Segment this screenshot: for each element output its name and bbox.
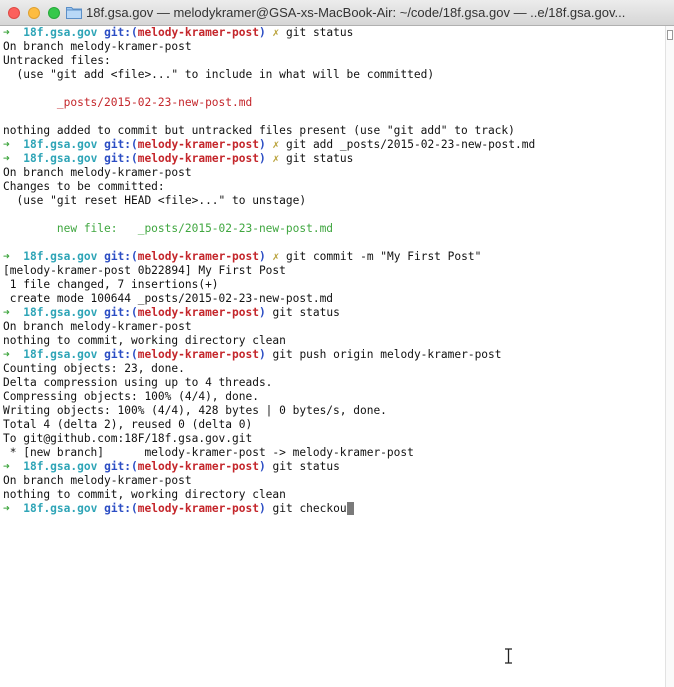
scrollbar-thumb[interactable] (667, 30, 673, 40)
window-title: 18f.gsa.gov — melodykramer@GSA-xs-MacBoo… (86, 5, 626, 20)
command-text: git status (265, 306, 340, 319)
prompt-line: ➜ 18f.gsa.gov git:(melody-kramer-post) ✗… (3, 250, 482, 263)
output-line: nothing added to commit but untracked fi… (3, 124, 515, 137)
window-title-area: 18f.gsa.gov — melodykramer@GSA-xs-MacBoo… (66, 5, 666, 21)
prompt-line: ➜ 18f.gsa.gov git:(melody-kramer-post) g… (3, 306, 340, 319)
output-line: To git@github.com:18F/18f.gsa.gov.git (3, 432, 253, 445)
output-line: 1 file changed, 7 insertions(+) (3, 278, 219, 291)
prompt-line: ➜ 18f.gsa.gov git:(melody-kramer-post) g… (3, 348, 502, 361)
command-text: git push origin melody-kramer-post (265, 348, 502, 361)
output-line: (use "git add <file>..." to include in w… (3, 68, 435, 81)
output-line: On branch melody-kramer-post (3, 474, 192, 487)
terminal-output[interactable]: ➜ 18f.gsa.gov git:(melody-kramer-post) ✗… (0, 26, 665, 687)
current-prompt-line[interactable]: ➜ 18f.gsa.gov git:(melody-kramer-post) g… (0, 502, 665, 516)
command-text: git status (279, 26, 354, 39)
terminal-window: 18f.gsa.gov — melodykramer@GSA-xs-MacBoo… (0, 0, 674, 687)
output-line: On branch melody-kramer-post (3, 320, 192, 333)
text-cursor-icon (505, 648, 512, 664)
command-text: git add _posts/2015-02-23-new-post.md (279, 138, 536, 151)
output-line: nothing to commit, working directory cle… (3, 488, 286, 501)
output-line: Counting objects: 23, done. (3, 362, 185, 375)
output-line: On branch melody-kramer-post (3, 40, 192, 53)
prompt-line: ➜ 18f.gsa.gov git:(melody-kramer-post) ✗… (3, 26, 354, 39)
output-line: Compressing objects: 100% (4/4), done. (3, 390, 259, 403)
output-line: On branch melody-kramer-post (3, 166, 192, 179)
staged-file-line: new file: _posts/2015-02-23-new-post.md (3, 222, 334, 235)
output-line: * [new branch] melody-kramer-post -> mel… (3, 446, 414, 459)
output-line: Total 4 (delta 2), reused 0 (delta 0) (3, 418, 253, 431)
output-line: Delta compression using up to 4 threads. (3, 376, 273, 389)
output-line: Writing objects: 100% (4/4), 428 bytes |… (3, 404, 387, 417)
prompt-line: ➜ 18f.gsa.gov git:(melody-kramer-post) ✗… (3, 138, 536, 151)
output-line: Changes to be committed: (3, 180, 165, 193)
command-text: git status (265, 460, 340, 473)
command-text: git commit -m "My First Post" (279, 250, 482, 263)
vertical-scrollbar[interactable] (665, 26, 674, 687)
output-line: create mode 100644 _posts/2015-02-23-new… (3, 292, 334, 305)
close-icon[interactable] (8, 7, 20, 19)
folder-icon (66, 7, 82, 19)
untracked-file-line: _posts/2015-02-23-new-post.md (3, 96, 253, 109)
title-bar[interactable]: 18f.gsa.gov — melodykramer@GSA-xs-MacBoo… (0, 0, 674, 26)
output-line: nothing to commit, working directory cle… (3, 334, 286, 347)
command-text: git status (279, 152, 354, 165)
prompt-line: ➜ 18f.gsa.gov git:(melody-kramer-post) g… (3, 460, 340, 473)
output-line: (use "git reset HEAD <file>..." to unsta… (3, 194, 307, 207)
output-line: Untracked files: (3, 54, 111, 67)
prompt-line: ➜ 18f.gsa.gov git:(melody-kramer-post) ✗… (3, 152, 354, 165)
command-input[interactable]: git checkou (266, 502, 347, 515)
minimize-icon[interactable] (28, 7, 40, 19)
output-line: [melody-kramer-post 0b22894] My First Po… (3, 264, 286, 277)
maximize-icon[interactable] (48, 7, 60, 19)
block-cursor (346, 502, 354, 515)
